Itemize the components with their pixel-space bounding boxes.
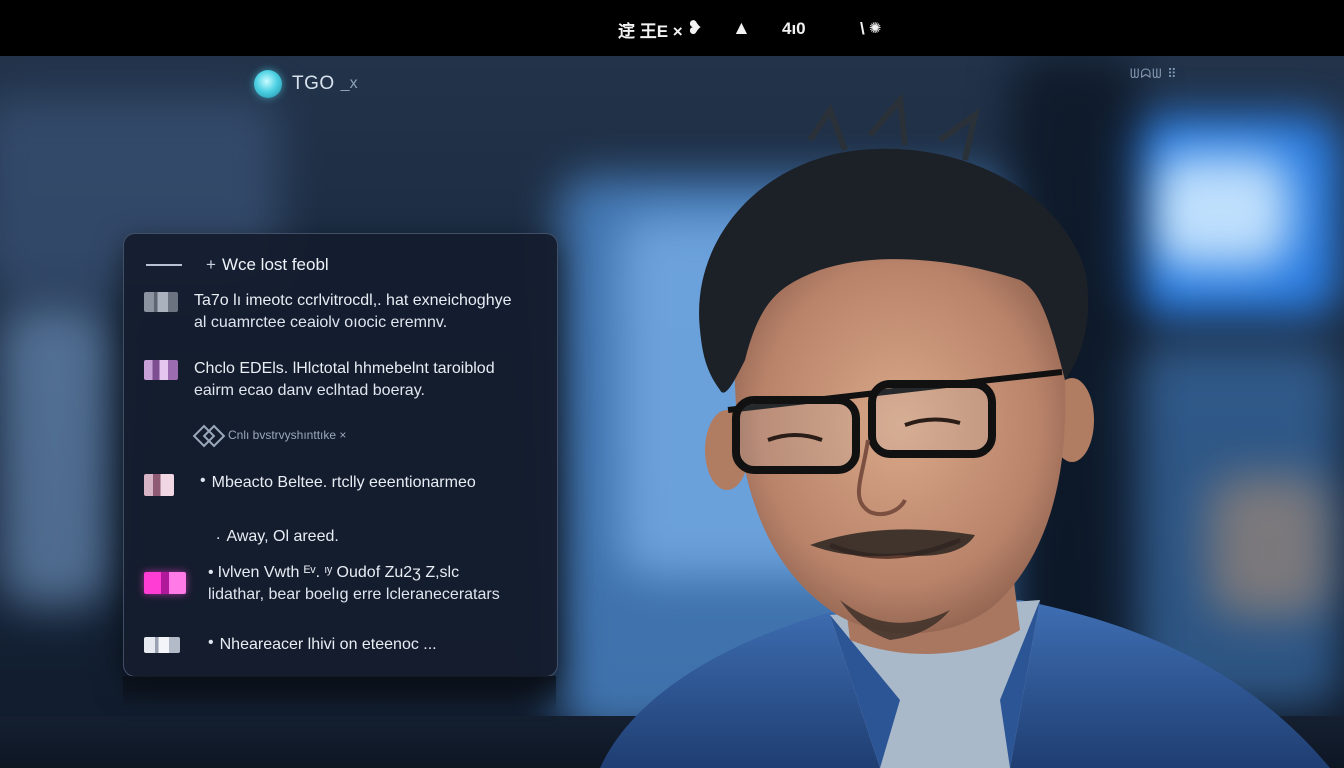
panel-title: Wce lost feobl [221,255,329,274]
gear-icon: ✺ [868,20,882,37]
panel-shadow [123,676,556,710]
message-thumbnail [144,637,180,653]
message-thumbnail [144,360,178,380]
list-item[interactable]: • Mbeacto Beltee. rtclly eeentionarmeo [144,472,549,496]
bullet: . [216,526,221,543]
message-thumbnail [144,474,174,496]
sub-label-row[interactable]: Cnlı bvstrvyshınttıke × [192,427,346,443]
message-line-2: al cuamrctee ceaiolv oıocic eremnv. [194,314,448,331]
topbar-item-chat[interactable]: 䢓 王E × ❥ [618,18,703,41]
chat-panel: + Wce lost feobl Ta7o lı imeotc ccrlvitr… [123,233,558,677]
list-item[interactable]: Ta7o lı imeotc ccrlvitrocdl,. hat exneic… [144,290,549,334]
message-thumbnail [144,292,178,312]
topbar-label-3: 4ı0 [782,19,806,38]
topbar-item-settings[interactable]: \ ✺ [860,18,881,40]
list-item[interactable]: . Away, Ol areed. [216,526,549,548]
menu-dash-icon[interactable] [146,264,182,266]
app-name: TGO [292,73,335,94]
triangle-icon: ▲ [732,18,751,39]
topbar-item-triangle[interactable]: ▲ [732,18,751,40]
panel-header: + Wce lost feobl [146,254,537,276]
message-thumbnail [144,572,186,594]
app-label[interactable]: TGO _x [254,70,358,98]
link-diamond-icon [192,427,220,443]
message-line-2: eairm ecao danv eclhtad boeray. [194,382,425,399]
chat-bubble-icon: ❥ [686,18,703,39]
sub-label: Cnlı bvstrvyshınttıke × [228,428,347,442]
topbar-label-4: \ [860,19,865,38]
message-line-1: Chclo EDEls. lHlctotal hhmebelnt taroibl… [194,360,495,377]
message-line-1: Nheareacer lhivi on eteenoc ... [219,636,437,653]
topbar-item-count[interactable]: 4ı0 [782,18,806,40]
bullet: • [200,472,206,489]
message-line-1: Mbeacto Beltee. rtclly eeentionarmeo [211,474,476,491]
list-item[interactable]: Chclo EDEls. lHlctotal hhmebelnt taroibl… [144,358,549,402]
list-item[interactable]: • Ivlven Vwth ᴱᵛ. ᶦʸ Oudof Zu2ʒ Z,slc lid… [144,562,549,606]
top-bar: 䢓 王E × ❥ ▲ 4ı0 \ ✺ [0,0,1344,56]
message-line-1: Away, Ol areed. [226,528,339,545]
app-logo-icon [254,70,282,98]
plus-icon[interactable]: + [206,255,216,275]
topbar-label-1: 䢓 王E × [618,21,683,41]
list-item[interactable]: • Nheareacer lhivi on eteenoc ... [144,634,549,656]
message-line-1: Ta7o lı imeotc ccrlvitrocdl,. hat exneic… [194,292,512,309]
message-line-1: • Ivlven Vwth ᴱᵛ. ᶦʸ Oudof Zu2ʒ Z,slc [208,564,460,581]
message-line-2: lidathar, bear boelıg erre lcleranecerat… [208,586,500,603]
close-icon[interactable]: _x [341,75,358,93]
topright-indicator: ᗯᗣᗯ ⠿ [1130,66,1178,81]
bullet: • [208,634,214,651]
